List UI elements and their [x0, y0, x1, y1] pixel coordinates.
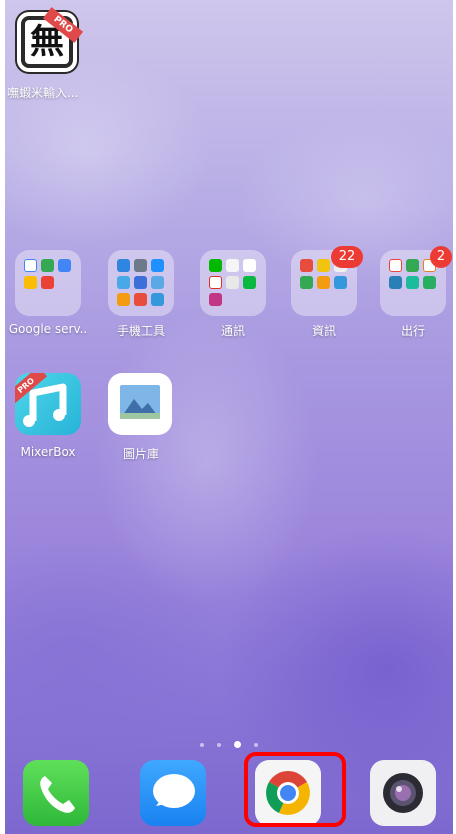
google-icon: [24, 259, 37, 272]
chrome-highlight-box: [244, 752, 346, 827]
play-store-icon: [41, 259, 54, 272]
tool-icon: [134, 276, 147, 289]
app-gallery[interactable]: 圖片庫: [108, 373, 174, 463]
folder-label: 資訊: [311, 324, 336, 338]
folder-label: 手機工具: [116, 324, 165, 338]
boshiamy-icon: 無 PRO: [17, 7, 84, 72]
app-label: 嘸蝦米輸入...: [7, 86, 79, 100]
folder-label: Google serv..: [8, 322, 88, 336]
hangouts-icon: [226, 276, 239, 289]
youtube-icon: [41, 276, 54, 289]
home-screen: 無 PRO 嘸蝦米輸入... Google serv.. 手機工具 通訊 22 …: [5, 0, 453, 834]
notification-badge: 2: [430, 246, 452, 268]
gmail-icon: [209, 276, 222, 289]
tool-icon: [117, 259, 130, 272]
instagram-icon: [209, 293, 222, 306]
folder-label: 通訊: [220, 324, 245, 338]
folder-label: 出行: [400, 324, 425, 338]
calendar-icon: [243, 259, 256, 272]
camera-icon: [383, 773, 423, 813]
page-dot: [216, 742, 221, 747]
browser-icon: [334, 276, 347, 289]
travel-icon: [389, 276, 402, 289]
folder-icon: [15, 250, 81, 316]
page-indicator[interactable]: [5, 734, 453, 753]
tool-icon: [117, 293, 130, 306]
landscape-icon: [120, 385, 160, 419]
travel-icon: [406, 276, 419, 289]
message-bubble-icon: [153, 774, 195, 808]
app-label: MixerBox: [20, 445, 76, 459]
tool-icon: [134, 293, 147, 306]
drive-icon: [300, 276, 313, 289]
chat-icon: [226, 259, 239, 272]
folder-icon: [108, 250, 174, 316]
tool-icon: [151, 293, 164, 306]
dock-camera-app[interactable]: [370, 760, 436, 826]
page-dot-active: [234, 741, 242, 748]
app-mixerbox[interactable]: PRO MixerBox: [15, 373, 81, 463]
mail-icon: [317, 276, 330, 289]
tool-icon: [151, 259, 164, 272]
dock-phone-app[interactable]: [23, 760, 89, 826]
phone-icon: [40, 776, 75, 813]
mixerbox-icon: PRO: [15, 373, 81, 435]
folder-travel[interactable]: 2 出行: [380, 246, 452, 340]
folder-information[interactable]: 22 資訊: [291, 246, 363, 340]
line-icon: [209, 259, 222, 272]
page-dot: [199, 742, 204, 747]
folder-google-services[interactable]: Google serv..: [9, 250, 87, 340]
docs-icon: [58, 259, 71, 272]
app-boshiamy[interactable]: 無 PRO 嘸蝦米輸入...: [7, 7, 84, 100]
page-dot: [254, 742, 259, 747]
travel-icon: [423, 276, 436, 289]
tool-icon: [117, 276, 130, 289]
dock-messages-app[interactable]: [140, 760, 206, 826]
tool-icon: [151, 276, 164, 289]
news-icon: [300, 259, 313, 272]
photos-icon: [24, 276, 37, 289]
news-icon: [317, 259, 330, 272]
notification-badge: 22: [331, 246, 363, 268]
gallery-icon: [108, 373, 172, 435]
maps-icon: [389, 259, 402, 272]
app-label: 圖片庫: [122, 447, 159, 461]
folder-icon: [200, 250, 266, 316]
folder-phone-tools[interactable]: 手機工具: [108, 250, 174, 340]
folder-communication[interactable]: 通訊: [200, 250, 266, 340]
wechat-icon: [243, 276, 256, 289]
maps-icon: [406, 259, 419, 272]
tool-icon: [134, 259, 147, 272]
